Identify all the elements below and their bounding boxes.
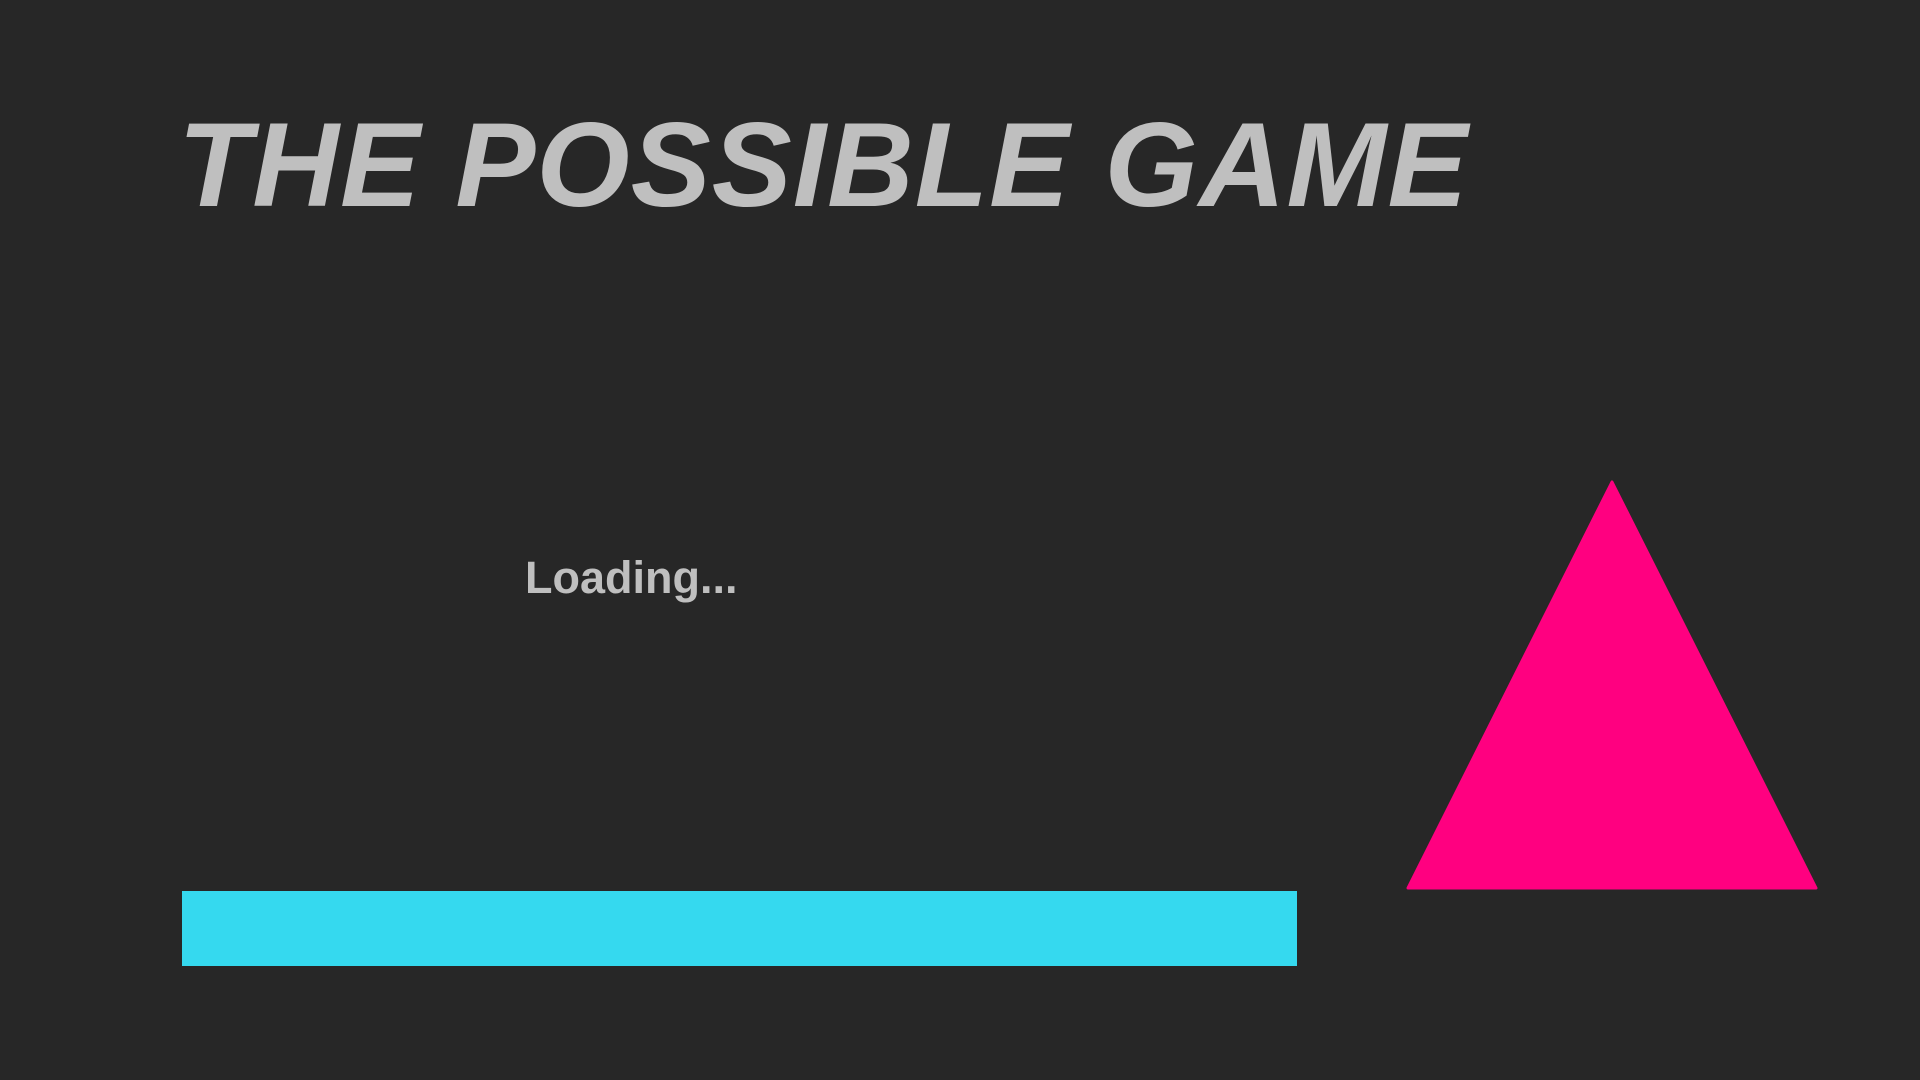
loading-label: Loading... bbox=[525, 552, 738, 603]
loading-bar bbox=[182, 891, 1297, 966]
player-triangle-shape bbox=[1406, 480, 1818, 890]
player-triangle-icon bbox=[1406, 480, 1818, 890]
loading-bar-fill bbox=[182, 891, 1297, 966]
loading-screen: THE POSSIBLE GAME Loading... bbox=[0, 0, 1920, 1080]
game-title: THE POSSIBLE GAME bbox=[178, 98, 1469, 232]
